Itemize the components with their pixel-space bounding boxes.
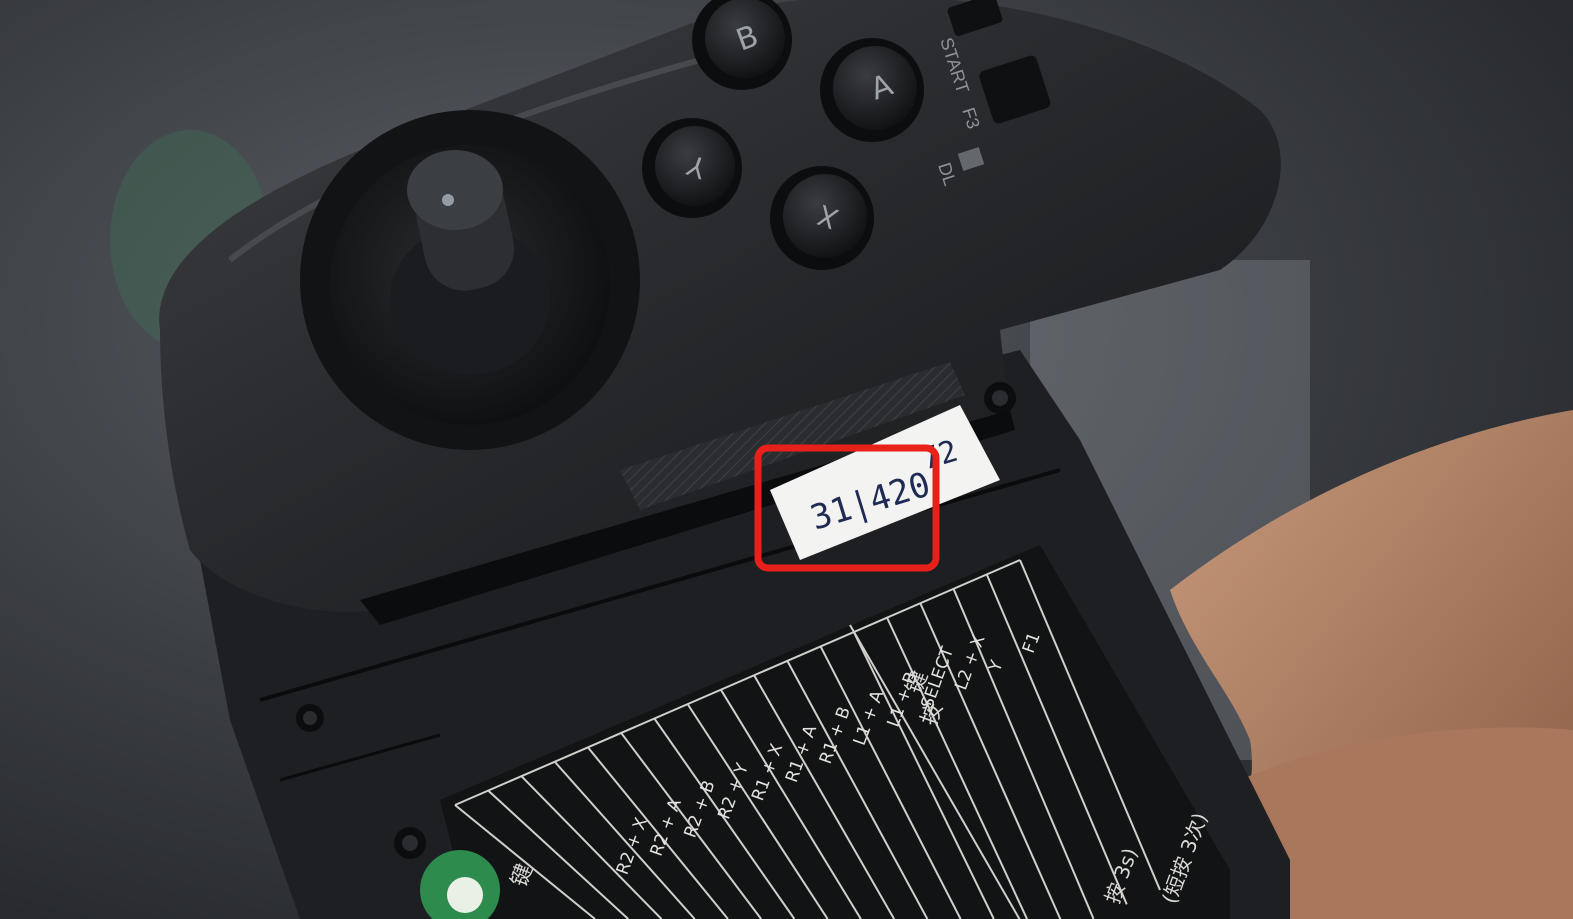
analog-stick-cap	[407, 150, 503, 230]
screw-right	[984, 382, 1016, 414]
face-button-a: A	[820, 38, 924, 142]
screw-bottom	[394, 827, 426, 859]
face-button-x: X	[770, 166, 874, 270]
screw-left	[296, 704, 324, 732]
analog-stick-cap-dot	[442, 194, 454, 206]
face-button-y: Y	[642, 118, 742, 218]
controller-photo: B A Y X START F3 DL 31|420 72 R2 + XR2 +…	[0, 0, 1573, 919]
